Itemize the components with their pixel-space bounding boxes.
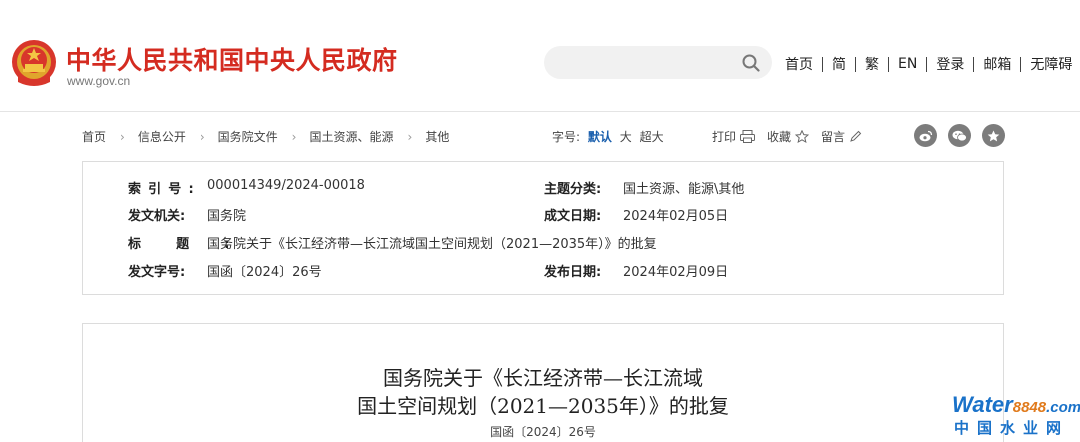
written-date-label: 成文日期: <box>544 209 602 224</box>
issuing-authority-value: 国务院 <box>207 209 247 224</box>
watermark-cn-text: 中国水业网 <box>954 419 1070 437</box>
font-size-extra-large[interactable]: 超大 <box>640 130 664 144</box>
nav-divider <box>1020 56 1022 72</box>
metadata-row: 发文机关: 国务院 成文日期: 2024年02月05日 <box>83 205 1003 225</box>
breadcrumb-item-land-energy[interactable]: 国土资源、能源 <box>309 128 393 145</box>
search-box <box>544 46 772 79</box>
search-input[interactable] <box>558 52 738 73</box>
document-number-label: 发文字号: <box>128 265 186 280</box>
publish-date-value: 2024年02月09日 <box>623 265 729 280</box>
nav-english-link[interactable]: EN <box>898 56 917 72</box>
document-body: 国务院关于《长江经济带—长江流域 国土空间规划（2021—2035年）》的批复 … <box>82 323 1004 442</box>
publish-date-label: 发布日期: <box>544 265 602 280</box>
weibo-icon[interactable] <box>914 124 937 147</box>
breadcrumb-item-state-council-docs[interactable]: 国务院文件 <box>218 128 278 145</box>
pencil-icon <box>850 130 862 142</box>
nav-divider <box>855 56 856 72</box>
print-button[interactable]: 打印 <box>712 128 756 145</box>
watermark-logo: Water8848.com 中国水业网 <box>950 392 1080 442</box>
chevron-right-icon: › <box>120 129 125 144</box>
index-number-value: 000014349/2024-00018 <box>207 178 365 193</box>
favorite-button[interactable]: 收藏 <box>767 128 810 145</box>
nav-divider <box>888 56 889 72</box>
metadata-row: 标题: 国务院关于《长江经济带—长江流域国土空间规划（2021—2035年）》的… <box>83 233 1003 253</box>
nav-simplified-link[interactable]: 简 <box>832 54 846 74</box>
font-size-large[interactable]: 大 <box>620 130 632 144</box>
written-date-value: 2024年02月05日 <box>623 209 729 224</box>
top-nav-links: 首页 简 繁 EN 登录 邮箱 无障碍 <box>785 55 1072 73</box>
comment-button[interactable]: 留言 <box>821 128 862 145</box>
nav-login-link[interactable]: 登录 <box>936 54 964 74</box>
breadcrumb-item-info-disclosure[interactable]: 信息公开 <box>138 128 186 145</box>
site-title[interactable]: 中华人民共和国中央人民政府 <box>66 41 398 77</box>
title-value: 国务院关于《长江经济带—长江流域国土空间规划（2021—2035年）》的批复 <box>207 237 657 252</box>
star-outline-icon <box>795 130 810 143</box>
issuing-authority-label: 发文机关: <box>128 209 186 224</box>
font-size-default[interactable]: 默认 <box>588 130 612 144</box>
nav-traditional-link[interactable]: 繁 <box>865 54 879 74</box>
site-header: 中华人民共和国中央人民政府 www.gov.cn 首页 简 繁 EN 登录 邮箱… <box>0 0 1080 112</box>
breadcrumb-item-home[interactable]: 首页 <box>82 128 106 145</box>
site-url: www.gov.cn <box>67 74 131 88</box>
document-number-value: 国函〔2024〕26号 <box>207 265 322 280</box>
watermark-logo-text: Water8848.com <box>952 392 1080 418</box>
breadcrumb-toolbar: 首页 › 信息公开 › 国务院文件 › 国土资源、能源 › 其他 字号: 默认 … <box>82 124 1005 148</box>
subject-category-value: 国土资源、能源\其他 <box>623 182 745 197</box>
breadcrumb-item-other[interactable]: 其他 <box>425 128 449 145</box>
chevron-right-icon: › <box>199 129 205 144</box>
printer-icon <box>740 130 756 143</box>
favorite-star-icon[interactable] <box>982 124 1005 147</box>
chevron-right-icon: › <box>407 129 413 144</box>
nav-divider <box>926 56 928 72</box>
chevron-right-icon: › <box>291 129 297 144</box>
nav-mailbox-link[interactable]: 邮箱 <box>983 54 1011 74</box>
document-title-line-2: 国土空间规划（2021—2035年）》的批复 <box>357 394 729 418</box>
comment-label: 留言 <box>821 130 846 144</box>
watermark-logo-suffix: .com <box>1046 399 1080 416</box>
watermark-logo-word: Water <box>952 392 1013 417</box>
index-number-label: 索引号: <box>128 182 201 197</box>
print-label: 打印 <box>712 130 737 144</box>
page-tools: 打印 收藏 留言 <box>712 128 874 145</box>
breadcrumb: 首页 › 信息公开 › 国务院文件 › 国土资源、能源 › 其他 <box>82 128 449 145</box>
nav-home-link[interactable]: 首页 <box>785 54 813 74</box>
document-title-line-1: 国务院关于《长江经济带—长江流域 <box>383 366 703 390</box>
nav-accessibility-link[interactable]: 无障碍 <box>1030 54 1072 74</box>
nav-divider <box>822 56 823 72</box>
national-emblem-icon[interactable] <box>10 38 58 88</box>
document-metadata-table: 索引号: 000014349/2024-00018 主题分类: 国土资源、能源\… <box>82 161 1004 295</box>
wechat-icon[interactable] <box>948 124 971 147</box>
font-size-selector: 字号: 默认 大 超大 <box>552 128 664 145</box>
search-icon[interactable] <box>742 54 760 72</box>
metadata-row: 发文字号: 国函〔2024〕26号 发布日期: 2024年02月09日 <box>83 261 1003 281</box>
metadata-row: 索引号: 000014349/2024-00018 主题分类: 国土资源、能源\… <box>83 178 1003 198</box>
document-number: 国函〔2024〕26号 <box>490 425 596 439</box>
subject-category-label: 主题分类: <box>544 182 602 197</box>
favorite-label: 收藏 <box>767 130 792 144</box>
share-icons <box>914 124 1016 147</box>
nav-divider <box>973 56 975 72</box>
font-size-label: 字号: <box>552 130 581 144</box>
watermark-logo-number: 8848 <box>1012 399 1047 416</box>
